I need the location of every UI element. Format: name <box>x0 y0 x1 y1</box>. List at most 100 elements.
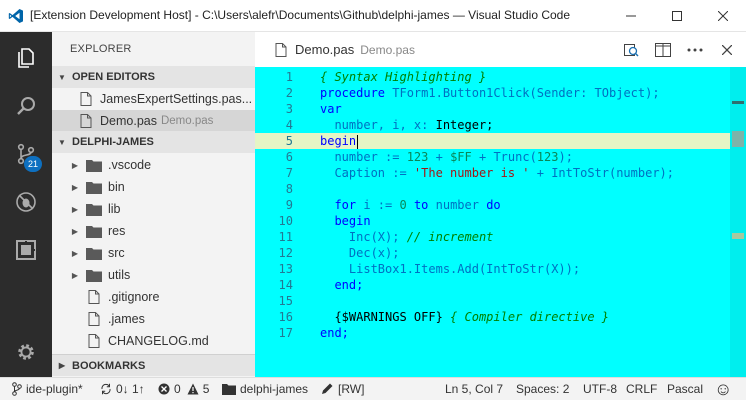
code-editor[interactable]: 1 { Syntax Highlighting } 2 procedure TForm… <box>255 67 746 377</box>
code-token: $FF <box>450 150 472 164</box>
files-icon[interactable] <box>0 34 52 82</box>
language-mode[interactable]: Pascal <box>667 378 703 400</box>
search-icon[interactable] <box>0 82 52 130</box>
branch-name: ide-plugin* <box>26 382 83 396</box>
cursor-position[interactable]: Ln 5, Col 7 <box>445 378 503 400</box>
editor-tab-bar: Demo.pas Demo.pas <box>255 32 746 67</box>
code-token: + Trunc( <box>471 150 537 164</box>
line-number: 15 <box>278 294 293 308</box>
code-line[interactable]: 6 number := 123 + $FF + Trunc(123); <box>255 149 730 165</box>
folder-name: .vscode <box>108 158 152 172</box>
bookmarks-header[interactable]: ▶ BOOKMARKS <box>52 354 255 376</box>
extensions-icon[interactable] <box>0 226 52 274</box>
code-line[interactable]: 2 procedure TForm1.Button1Click(Sender: T… <box>255 85 730 101</box>
code-line[interactable]: 7 Caption := 'The number is ' + IntToStr… <box>255 165 730 181</box>
code-line[interactable]: 16 {$WARNINGS OFF} { Compiler directive … <box>255 309 730 325</box>
code-token: ); <box>558 150 573 164</box>
settings-gear-icon[interactable] <box>0 328 52 376</box>
folder-item[interactable]: ▶ src <box>52 242 255 264</box>
file-item[interactable]: .gitignore <box>52 286 255 308</box>
close-window-button[interactable] <box>700 0 746 32</box>
folder-name: lib <box>108 202 121 216</box>
feedback-smiley-icon[interactable]: ☺ <box>714 378 732 400</box>
folder-item[interactable]: ▶ bin <box>52 176 255 198</box>
bookmarks-label: BOOKMARKS <box>72 359 146 372</box>
overview-marker <box>732 101 744 104</box>
code-line[interactable]: 8 <box>255 181 730 197</box>
line-number: 1 <box>285 70 293 84</box>
open-editor-item[interactable]: JamesExpertSettings.pas... <box>52 88 255 110</box>
warning-icon <box>187 383 199 395</box>
code-line[interactable]: 17 end; <box>255 325 730 341</box>
folder-item[interactable]: ▶ utils <box>52 264 255 286</box>
tab-demo-pas[interactable]: Demo.pas Demo.pas <box>255 32 427 67</box>
chevron-right-icon: ▶ <box>71 270 79 280</box>
code-line[interactable]: 3 var <box>255 101 730 117</box>
code-line[interactable]: 14 end; <box>255 277 730 293</box>
code-line[interactable]: 4 number, i, x: Integer; <box>255 117 730 133</box>
more-icon[interactable] <box>685 40 705 60</box>
code-text: {$WARNINGS OFF} { Compiler directive } <box>320 309 609 325</box>
maximize-button[interactable] <box>654 0 700 32</box>
folder-name: src <box>108 246 125 260</box>
file-item[interactable]: .james <box>52 308 255 330</box>
code-token: Inc(X); <box>320 230 407 244</box>
eol-indicator[interactable]: CRLF <box>626 378 657 400</box>
open-editor-name: JamesExpertSettings.pas... <box>100 92 253 106</box>
code-text: end; <box>320 277 363 293</box>
line-number: 13 <box>278 262 293 276</box>
folder-icon <box>86 159 102 172</box>
scrollbar-thumb[interactable] <box>732 131 744 147</box>
file-icon <box>80 114 92 128</box>
folder-icon <box>86 225 102 238</box>
folder-item[interactable]: ▶ .vscode <box>52 154 255 176</box>
code-token: end; <box>320 326 349 340</box>
open-changes-icon[interactable] <box>621 40 641 60</box>
code-token: i := <box>363 198 400 212</box>
code-text: begin <box>320 213 370 229</box>
code-line[interactable]: 15 <box>255 293 730 309</box>
file-icon <box>275 42 287 57</box>
code-line[interactable]: 10 begin <box>255 213 730 229</box>
open-editors-header[interactable]: ▼ OPEN EDITORS <box>52 66 255 88</box>
minimize-button[interactable] <box>608 0 654 32</box>
code-token: + IntToStr(number); <box>529 166 675 180</box>
sync-indicator[interactable]: 0↓ 1↑ <box>100 378 145 400</box>
folder-item[interactable]: ▶ res <box>52 220 255 242</box>
project-name: delphi-james <box>240 382 309 396</box>
folder-name: utils <box>108 268 131 282</box>
readwrite-indicator[interactable]: [RW] <box>320 378 364 400</box>
overview-ruler-scrollbar[interactable] <box>730 67 746 377</box>
code-line[interactable]: 1 { Syntax Highlighting } <box>255 69 730 85</box>
chevron-right-icon: ▶ <box>58 361 66 370</box>
project-header[interactable]: ▼ DELPHI-JAMES <box>52 131 255 153</box>
close-group-icon[interactable] <box>717 40 737 60</box>
file-item[interactable]: CHANGELOG.md <box>52 330 255 352</box>
vscode-logo-icon <box>8 8 24 24</box>
folder-item[interactable]: ▶ lib <box>52 198 255 220</box>
line-number: 3 <box>285 102 293 116</box>
code-text: procedure TForm1.Button1Click(Sender: TO… <box>320 85 660 101</box>
open-editor-item[interactable]: Demo.pas Demo.pas <box>52 110 255 132</box>
code-token: for <box>320 198 364 212</box>
code-text: begin <box>320 133 359 149</box>
code-line[interactable]: 9 for i := 0 to number do <box>255 197 730 213</box>
code-text: Inc(X); // increment <box>320 229 494 245</box>
project-indicator[interactable]: delphi-james <box>222 378 308 400</box>
debug-icon[interactable] <box>0 178 52 226</box>
status-bar: ide-plugin* 0↓ 1↑ 0 5 delphi-james [RW] … <box>0 377 746 400</box>
problems-indicator[interactable]: 0 5 <box>158 378 209 400</box>
encoding-indicator[interactable]: UTF-8 <box>583 378 617 400</box>
code-line[interactable]: 11 Inc(X); // increment <box>255 229 730 245</box>
code-token: {$WARNINGS OFF} <box>320 310 443 324</box>
indentation-indicator[interactable]: Spaces: 2 <box>516 378 569 400</box>
source-control-icon[interactable]: 21 <box>0 130 52 178</box>
code-line[interactable]: 12 Dec(x); <box>255 245 730 261</box>
folder-icon <box>86 247 102 260</box>
code-line[interactable]: 13 ListBox1.Items.Add(IntToStr(X)); <box>255 261 730 277</box>
git-branch-icon <box>12 382 22 396</box>
split-editor-icon[interactable] <box>653 40 673 60</box>
code-line[interactable]: 5 begin <box>255 133 730 149</box>
open-editor-name: Demo.pas <box>100 114 157 128</box>
branch-indicator[interactable]: ide-plugin* <box>12 378 83 400</box>
